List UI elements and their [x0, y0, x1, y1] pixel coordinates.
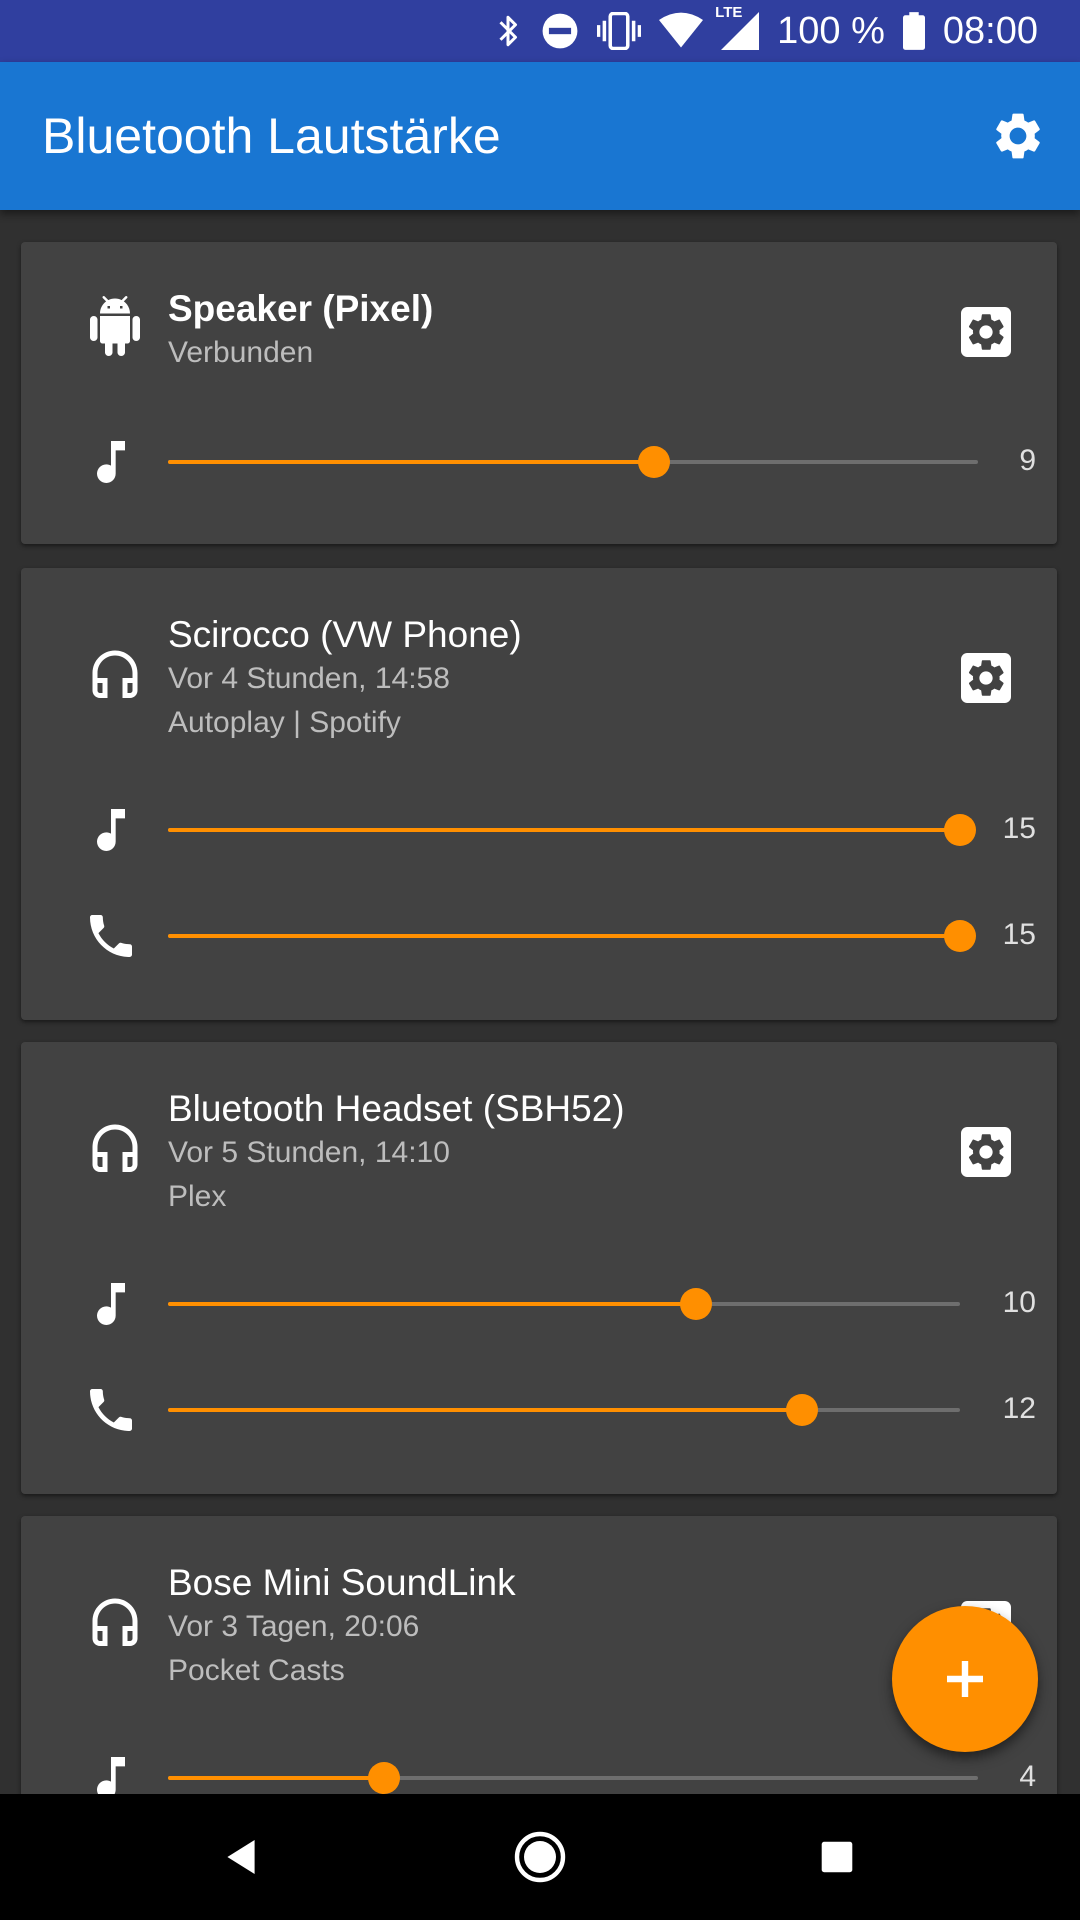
device-settings-button[interactable] [956, 648, 1016, 708]
home-button[interactable] [510, 1827, 570, 1887]
slider-fill [168, 1302, 696, 1306]
slider-fill [168, 934, 960, 938]
music-volume-slider[interactable] [168, 446, 978, 478]
slider-fill [168, 1776, 384, 1780]
clock: 08:00 [942, 9, 1038, 52]
device-card[interactable]: Scirocco (VW Phone) Vor 4 Stunden, 14:58 A… [21, 568, 1057, 1020]
slider-fill [168, 1408, 802, 1412]
device-status: Vor 3 Tagen, 20:06 [168, 1610, 420, 1643]
device-card[interactable]: Speaker (Pixel) Verbunden 9 [21, 242, 1057, 544]
music-note-icon [83, 434, 139, 490]
device-name: Speaker (Pixel) [168, 288, 434, 329]
status-bar: LTE 100 % 08:00 [0, 0, 1080, 62]
device-settings-icon [961, 653, 1011, 703]
slider-thumb[interactable] [638, 446, 670, 478]
device-list[interactable]: Speaker (Pixel) Verbunden 9 Scirocco (VW Ph… [0, 210, 1080, 1794]
music-volume-slider[interactable] [168, 1762, 978, 1794]
music-volume-value: 15 [1002, 812, 1036, 845]
music-volume-value: 4 [1019, 1760, 1036, 1793]
device-status: Vor 4 Stunden, 14:58 [168, 662, 450, 695]
back-icon [227, 1840, 255, 1874]
wifi-icon [659, 12, 704, 50]
vibrate-icon [597, 12, 642, 50]
slider-thumb[interactable] [680, 1288, 712, 1320]
device-name: Scirocco (VW Phone) [168, 614, 522, 655]
android-icon [85, 296, 145, 356]
device-status: Vor 5 Stunden, 14:10 [168, 1136, 450, 1169]
phone-icon [83, 908, 139, 964]
music-note-icon [83, 1750, 139, 1794]
device-status: Verbunden [168, 336, 314, 369]
navigation-bar [0, 1794, 1080, 1920]
add-device-button[interactable] [892, 1606, 1038, 1752]
device-name: Bose Mini SoundLink [168, 1562, 516, 1603]
music-volume-value: 10 [1002, 1286, 1036, 1319]
device-apps: Autoplay | Spotify [168, 706, 401, 739]
device-settings-icon [961, 307, 1011, 357]
home-icon [514, 1831, 566, 1883]
device-settings-button[interactable] [956, 1122, 1016, 1182]
device-card[interactable]: Bluetooth Headset (SBH52) Vor 5 Stunden, … [21, 1042, 1057, 1494]
slider-fill [168, 460, 654, 464]
slider-thumb[interactable] [944, 814, 976, 846]
music-volume-slider[interactable] [168, 1288, 960, 1320]
device-settings-button[interactable] [956, 302, 1016, 362]
music-volume-slider[interactable] [168, 814, 976, 846]
bluetooth-icon [493, 12, 523, 50]
headphones-icon [85, 1122, 145, 1182]
dnd-icon [541, 12, 579, 50]
music-note-icon [83, 1276, 139, 1332]
call-volume-value: 15 [1002, 918, 1036, 951]
signal-icon: LTE [715, 4, 760, 50]
call-volume-value: 12 [1002, 1392, 1036, 1425]
device-apps: Plex [168, 1180, 227, 1213]
device-settings-icon [961, 1127, 1011, 1177]
page-title: Bluetooth Lautstärke [42, 108, 501, 164]
recents-button[interactable] [807, 1827, 867, 1887]
app-bar: Bluetooth Lautstärke [0, 62, 1080, 210]
phone-icon [83, 1382, 139, 1438]
battery-percent: 100 % [777, 9, 885, 52]
settings-button[interactable] [986, 104, 1050, 168]
back-button[interactable] [211, 1827, 271, 1887]
settings-icon [996, 113, 1040, 159]
network-type-label: LTE [715, 4, 743, 21]
slider-thumb[interactable] [368, 1762, 400, 1794]
headphones-icon [85, 648, 145, 708]
music-volume-value: 9 [1019, 444, 1036, 477]
call-volume-slider[interactable] [168, 920, 976, 952]
slider-fill [168, 828, 960, 832]
device-name: Bluetooth Headset (SBH52) [168, 1088, 625, 1129]
plus-icon [947, 1661, 983, 1697]
slider-thumb[interactable] [944, 920, 976, 952]
music-note-icon [83, 802, 139, 858]
headphones-icon [85, 1596, 145, 1656]
battery-icon [902, 12, 925, 50]
device-apps: Pocket Casts [168, 1654, 345, 1687]
slider-thumb[interactable] [786, 1394, 818, 1426]
call-volume-slider[interactable] [168, 1394, 960, 1426]
recents-icon [821, 1841, 853, 1873]
